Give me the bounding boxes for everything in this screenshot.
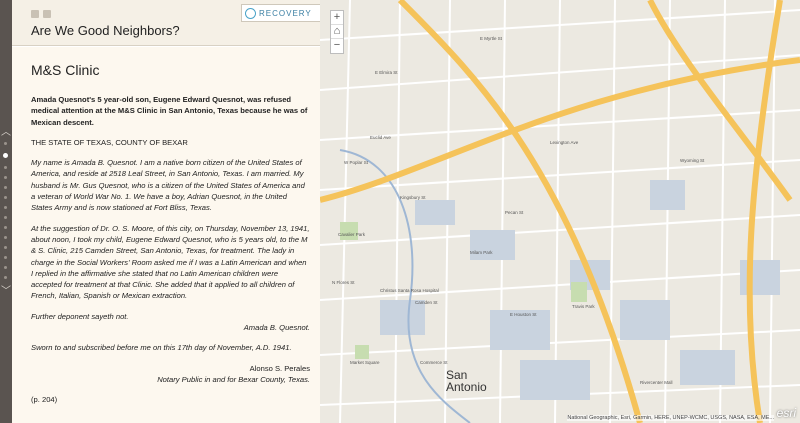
testimony-paragraph-1: My name is Amada B. Quesnot. I am a nati… [31, 158, 305, 213]
nav-dot[interactable] [4, 186, 7, 189]
nav-dot[interactable] [4, 142, 7, 145]
story-panel: M&S Clinic Amada Quesnot's 5 year-old so… [12, 47, 320, 423]
share-icons [31, 10, 51, 18]
notary-title: Notary Public in and for Bexar County, T… [157, 374, 310, 384]
esri-logo: esri [776, 406, 796, 420]
street-label: Market Square [350, 360, 380, 365]
street-label: Camden St [415, 300, 438, 305]
section-heading: M&S Clinic [31, 62, 100, 78]
street-label: Kingsbury St [400, 195, 426, 200]
chevron-up-icon[interactable]: ︿ [1, 128, 11, 138]
street-label: Lexington Ave [550, 140, 579, 145]
chevron-down-icon[interactable]: ﹀ [1, 287, 11, 297]
sworn-line: Sworn to and subscribed before me on thi… [31, 343, 292, 353]
nav-dot[interactable] [4, 206, 7, 209]
street-label: Rivercenter Mall [640, 380, 673, 385]
twitter-icon[interactable] [43, 10, 51, 18]
lead-paragraph: Amada Quesnot's 5 year-old son, Eugene E… [31, 95, 308, 127]
logo-mark-icon [245, 7, 256, 19]
street-label: Pecan St [505, 210, 524, 215]
testimony-paragraph-2: At the suggestion of Dr. O. S. Moore, of… [31, 223, 310, 301]
city-label: San Antonio [446, 368, 487, 394]
story-nav-rail: ︿ ﹀ [0, 0, 12, 423]
street-label: Christus Santa Rosa Hospital [380, 288, 439, 293]
facebook-icon[interactable] [31, 10, 39, 18]
nav-dot[interactable] [4, 216, 7, 219]
street-label: Euclid Ave [370, 135, 391, 140]
map-zoom-controls: + ⌂ − [330, 10, 344, 54]
signature-line: Amada B. Quesnot. [243, 323, 310, 333]
recovery-logo[interactable]: RECOVERY [241, 4, 331, 22]
logo-text: RECOVERY [259, 8, 312, 18]
map-view[interactable]: E Elmira St E Myrtle St Kingsbury St Euc… [320, 0, 800, 423]
state-line: THE STATE OF TEXAS, COUNTY OF BEXAR [31, 137, 188, 147]
nav-dot[interactable] [4, 266, 7, 269]
street-label: Wyoming St [680, 158, 705, 163]
street-label: E Houston St [510, 312, 537, 317]
zoom-out-button[interactable]: − [331, 39, 343, 53]
street-label: E Elmira St [375, 70, 398, 75]
nav-dot-active[interactable] [3, 153, 8, 158]
deponent-line: Further deponent sayeth not. [31, 311, 129, 321]
nav-dot[interactable] [4, 226, 7, 229]
street-label: Milam Park [470, 250, 493, 255]
home-button[interactable]: ⌂ [331, 25, 343, 39]
nav-dot[interactable] [4, 276, 7, 279]
page-reference: (p. 204) [31, 395, 58, 405]
zoom-in-button[interactable]: + [331, 11, 343, 25]
nav-dot[interactable] [4, 196, 7, 199]
basemap [320, 0, 800, 423]
story-header: RECOVERY Are We Good Neighbors? [12, 0, 331, 46]
nav-dot[interactable] [4, 236, 7, 239]
page-title: Are We Good Neighbors? [31, 23, 180, 38]
street-label: E Myrtle St [480, 36, 503, 41]
nav-dot[interactable] [4, 166, 7, 169]
street-label: Cavalier Park [338, 232, 366, 237]
map-attribution: National Geographic, Esri, Garmin, HERE,… [567, 415, 774, 421]
street-label: Commerce St [420, 360, 448, 365]
street-label: Travis Park [572, 304, 595, 309]
nav-dot[interactable] [4, 246, 7, 249]
street-label: W Poplar St [344, 160, 369, 165]
street-label: N Flores St [332, 280, 355, 285]
nav-dot[interactable] [4, 256, 7, 259]
notary-name: Alonso S. Perales [249, 363, 310, 373]
nav-dot[interactable] [4, 176, 7, 179]
